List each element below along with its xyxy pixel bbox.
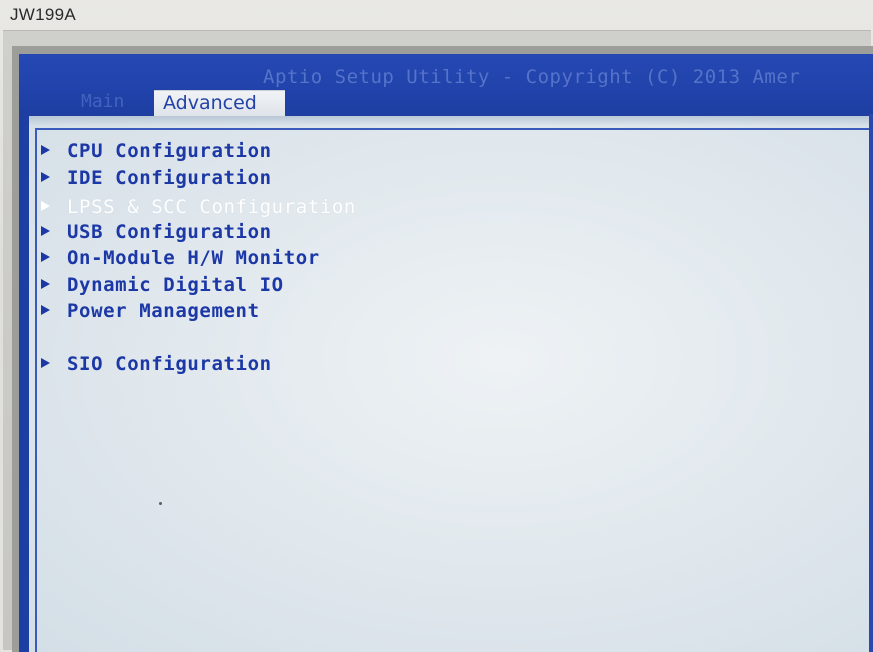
submenu-arrow-icon	[41, 145, 50, 155]
tab-main[interactable]: Main	[81, 90, 124, 116]
tab-advanced[interactable]: Advanced	[154, 90, 285, 116]
screen-right-edge	[869, 114, 873, 652]
menu-item-label: USB Configuration	[67, 221, 272, 243]
monitor-bezel: JW199A Aptio Setup Utility - Copyright (…	[0, 0, 873, 652]
submenu-arrow-icon	[41, 305, 50, 315]
screen-speck	[159, 502, 162, 505]
menu-item-label: On-Module H/W Monitor	[67, 247, 320, 269]
menu-item-label: SIO Configuration	[67, 353, 272, 375]
bios-screen: Aptio Setup Utility - Copyright (C) 2013…	[19, 54, 873, 652]
submenu-arrow-icon	[41, 201, 50, 211]
submenu-arrow-icon	[41, 252, 50, 262]
device-label: JW199A	[10, 5, 77, 24]
bios-header: Aptio Setup Utility - Copyright (C) 2013…	[19, 54, 873, 116]
menu-item-label: IDE Configuration	[67, 167, 272, 189]
submenu-arrow-icon	[41, 172, 50, 182]
panel-border-left	[35, 128, 37, 652]
submenu-arrow-icon	[41, 226, 50, 236]
menu-item-label: CPU Configuration	[67, 140, 272, 162]
menu-item-label: Power Management	[67, 300, 260, 322]
bios-title: Aptio Setup Utility - Copyright (C) 2013…	[263, 66, 801, 88]
panel-border-top	[35, 128, 873, 130]
submenu-arrow-icon	[41, 358, 50, 368]
advanced-panel: CPU Configuration IDE Configuration LPSS…	[29, 116, 873, 652]
menu-item-label: Dynamic Digital IO	[67, 274, 284, 296]
menu-item-label: LPSS & SCC Configuration	[67, 196, 356, 218]
submenu-arrow-icon	[41, 279, 50, 289]
